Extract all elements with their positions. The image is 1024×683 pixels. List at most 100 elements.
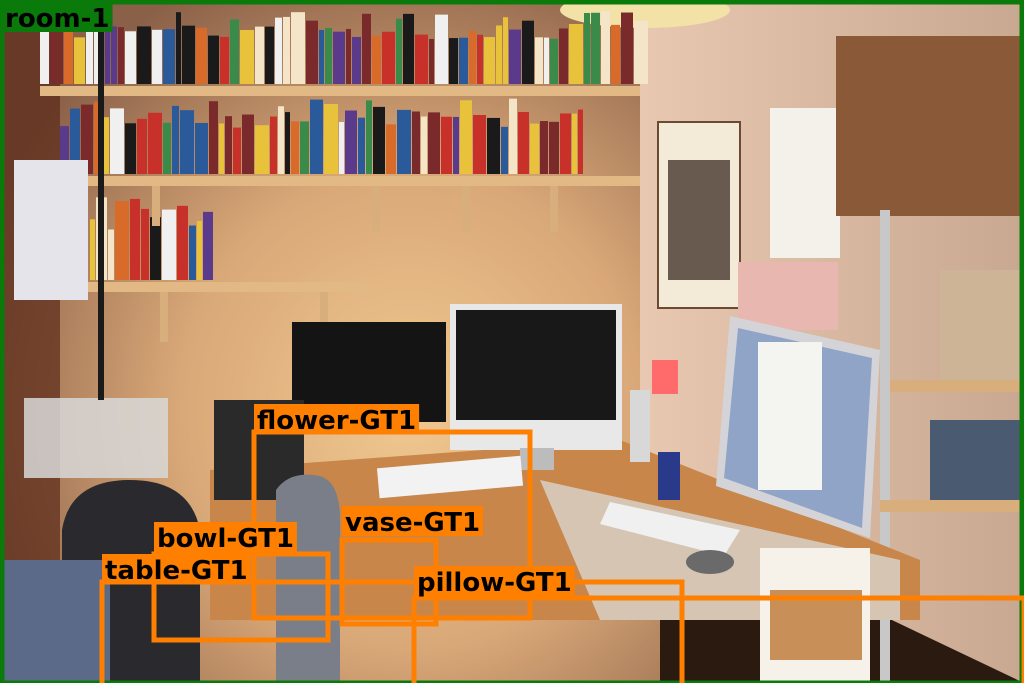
shelf-items: [930, 420, 1024, 500]
book: [496, 25, 502, 84]
lower-shelf: [80, 282, 370, 292]
can: [658, 452, 680, 500]
book: [310, 99, 323, 174]
book: [125, 123, 136, 174]
book: [108, 229, 114, 280]
book: [50, 26, 57, 84]
book: [535, 37, 543, 84]
book: [115, 201, 129, 280]
book: [403, 13, 414, 84]
book: [90, 219, 95, 280]
book: [162, 209, 176, 280]
book: [333, 31, 345, 84]
book: [572, 113, 577, 174]
box-on-shelf: [836, 36, 1024, 216]
book: [319, 30, 324, 85]
book: [569, 23, 583, 85]
book: [435, 14, 448, 84]
book: [459, 37, 468, 84]
book: [195, 122, 208, 174]
book: [382, 31, 395, 84]
book: [230, 19, 239, 84]
book: [503, 17, 508, 84]
book: [611, 24, 620, 84]
book: [163, 122, 171, 174]
annotation-label: room-1: [5, 4, 110, 34]
book: [469, 30, 476, 85]
book: [396, 18, 402, 84]
book: [118, 27, 124, 84]
book: [300, 121, 309, 174]
book: [278, 106, 284, 174]
book: [412, 111, 420, 174]
book: [141, 208, 149, 280]
book: [163, 29, 175, 85]
book: [484, 37, 495, 84]
book: [255, 125, 269, 174]
book: [196, 27, 207, 84]
book: [203, 211, 213, 280]
book: [189, 225, 196, 280]
right-shelf-board: [890, 380, 1024, 392]
middle-shelf: [60, 176, 640, 186]
book: [560, 113, 571, 174]
imac-stand: [520, 448, 554, 470]
poster-art: [668, 160, 730, 280]
book: [233, 127, 241, 174]
book: [220, 36, 229, 84]
book: [345, 110, 357, 174]
paper-trays: [24, 398, 168, 478]
office-photo: room-1 flower-GT1 bowl-GT1 vase-GT1 table-GT…: [0, 0, 1024, 683]
book: [137, 118, 147, 174]
annotation-label: table-GT1: [105, 556, 248, 586]
book: [209, 101, 218, 174]
book: [130, 198, 140, 280]
book: [148, 112, 162, 174]
book: [358, 117, 365, 174]
annotation-label: pillow-GT1: [417, 568, 572, 598]
book: [449, 38, 458, 84]
book: [291, 121, 299, 174]
annotation-label: vase-GT1: [345, 508, 480, 538]
book: [137, 26, 151, 85]
book: [352, 36, 361, 84]
book: [509, 29, 521, 85]
book: [634, 20, 648, 85]
book: [421, 116, 427, 174]
bag: [940, 270, 1024, 380]
book: [386, 124, 396, 174]
book: [509, 98, 517, 174]
book: [177, 205, 188, 280]
imac-screen: [456, 310, 616, 420]
book: [285, 112, 290, 174]
book: [584, 12, 590, 84]
drawing: [770, 108, 840, 258]
book: [501, 126, 508, 174]
book: [373, 106, 385, 174]
book: [125, 31, 136, 85]
book: [325, 27, 332, 84]
book: [530, 123, 539, 174]
top-shelf: [40, 86, 640, 96]
book: [621, 12, 633, 85]
book: [601, 10, 610, 84]
book: [346, 28, 351, 85]
book: [255, 26, 264, 84]
book: [291, 12, 305, 85]
book: [182, 25, 195, 85]
document-window: [758, 342, 822, 490]
book: [270, 116, 277, 174]
sticker-sheet: [738, 262, 838, 330]
book: [240, 29, 254, 84]
magazine-holder: [14, 160, 88, 300]
book: [550, 38, 558, 84]
speaker: [630, 390, 650, 462]
book: [283, 16, 290, 85]
book: [460, 100, 472, 174]
book: [518, 111, 529, 174]
book: [104, 117, 109, 174]
book: [477, 34, 483, 84]
right-shelf-board-2: [880, 500, 1024, 512]
book: [372, 35, 381, 84]
book: [428, 112, 440, 174]
